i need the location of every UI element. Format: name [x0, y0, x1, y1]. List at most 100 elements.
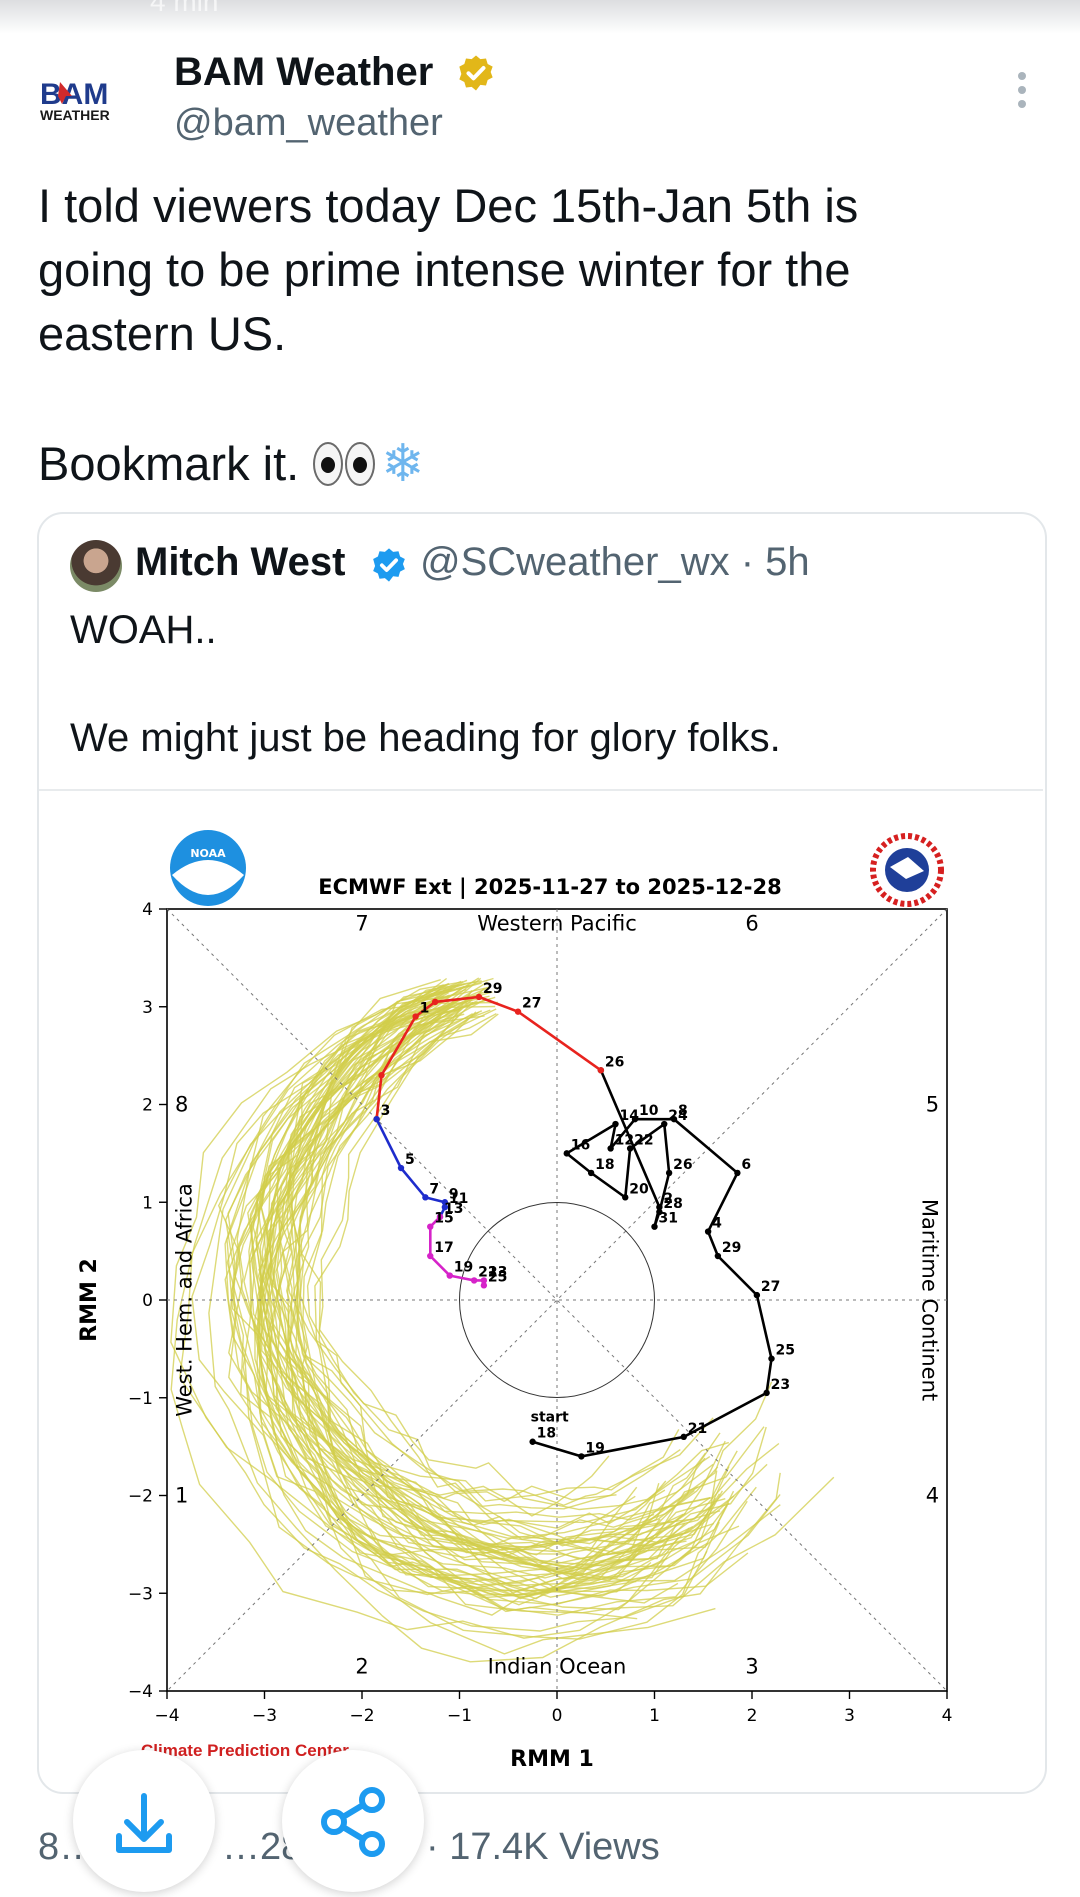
- y-tick-label: −3: [128, 1584, 153, 1604]
- phase-label: 7: [355, 912, 368, 936]
- track-point-label: 16: [571, 1137, 590, 1153]
- phase-label: 3: [745, 1655, 758, 1679]
- track-point-label: 26: [673, 1157, 692, 1173]
- track-point-label: 19: [454, 1260, 473, 1276]
- x-axis-label: RMM 1: [510, 1747, 594, 1772]
- track-point-label: 26: [605, 1054, 624, 1070]
- track-point: [514, 1008, 522, 1015]
- download-button[interactable]: [73, 1750, 215, 1892]
- y-tick-label: 1: [142, 1193, 153, 1213]
- track-point: [563, 1150, 570, 1157]
- track-point: [704, 1228, 712, 1235]
- y-tick-label: −1: [128, 1389, 153, 1409]
- chart-labels: −4 −3 −2 −1 0 1 2 3 443210−1−2−3−4ECMWF Ext | 20…: [77, 830, 952, 1772]
- x-tick-label: 1: [649, 1706, 660, 1726]
- ensemble-member-line: [265, 993, 730, 1595]
- divider: [39, 789, 1043, 791]
- tweet-text-bookmark: Bookmark it. ❄: [38, 435, 425, 493]
- y-tick-label: 2: [142, 1096, 153, 1116]
- quoted-author-name[interactable]: Mitch West: [135, 540, 345, 585]
- status-bar-fade: 4 min: [0, 0, 1080, 34]
- author-handle[interactable]: @bam_weather: [174, 102, 443, 145]
- track-start-label: start: [531, 1410, 569, 1426]
- track-point-label: 19: [585, 1440, 604, 1456]
- track-point: [680, 1433, 687, 1441]
- track-point: [714, 1252, 722, 1260]
- track-point-label: 20: [629, 1181, 649, 1197]
- ensemble-traces: [170, 977, 835, 1663]
- track-point: [480, 1282, 488, 1289]
- track-point: [661, 1120, 668, 1128]
- track-point: [431, 998, 439, 1006]
- track-point-label: 6: [741, 1157, 751, 1173]
- region-label-indian-ocean: Indian Ocean: [488, 1655, 627, 1679]
- track-point-label: 24: [668, 1108, 688, 1124]
- y-tick-label: 3: [142, 998, 153, 1018]
- x-tick-label: −2: [349, 1706, 374, 1726]
- track-line: [375, 1118, 447, 1218]
- phase-label: 1: [175, 1484, 188, 1508]
- quoted-text-2: We might just be heading for glory folks…: [70, 716, 781, 760]
- bam-weather-logo: BAM WEATHER: [40, 78, 110, 123]
- track-point-label: 7: [429, 1181, 439, 1197]
- x-tick-label: 3: [844, 1706, 855, 1726]
- y-tick-label: 4: [142, 900, 153, 920]
- track-point: [656, 1203, 663, 1211]
- avatar[interactable]: [70, 540, 122, 592]
- track-point: [378, 1071, 385, 1079]
- verified-badge-icon: [373, 548, 405, 582]
- svg-text:WEATHER: WEATHER: [40, 107, 110, 123]
- track-point-label: 22: [634, 1132, 653, 1148]
- track-point: [427, 1223, 434, 1230]
- verified-badge-icon: [459, 55, 493, 91]
- track-point: [422, 1194, 429, 1201]
- tweet-text: I told viewers today Dec 15th-Jan 5th is…: [38, 179, 859, 360]
- track-point: [446, 1272, 453, 1279]
- track-point-label: 4: [712, 1216, 722, 1232]
- noaa-logo: NOAA: [170, 830, 246, 906]
- track-line: [532, 1069, 773, 1458]
- track-point-label: 25: [488, 1269, 507, 1285]
- track-point: [373, 1115, 380, 1123]
- x-tick-label: 0: [552, 1706, 563, 1726]
- region-label-western-pacific: Western Pacific: [477, 912, 637, 936]
- track-point: [587, 1169, 595, 1177]
- track-point-label: 14: [620, 1108, 640, 1124]
- x-tick-label: −1: [447, 1706, 472, 1726]
- track-point-label: 21: [688, 1421, 707, 1437]
- track-point: [597, 1067, 605, 1074]
- region-label-maritime-continent: Maritime Continent: [918, 1199, 942, 1401]
- track-point: [607, 1145, 614, 1152]
- x-tick-label: −3: [252, 1706, 277, 1726]
- track-point: [470, 1277, 478, 1284]
- track-point-label: 1: [420, 1001, 430, 1017]
- y-tick-label: −2: [128, 1487, 153, 1507]
- track-point-label: 12: [615, 1132, 634, 1148]
- track-point: [768, 1355, 775, 1362]
- view-count[interactable]: · 17.4K Views: [426, 1826, 660, 1869]
- track-point-label: 27: [522, 996, 541, 1012]
- track-point: [651, 1223, 658, 1230]
- author-name[interactable]: BAM Weather: [174, 50, 433, 95]
- track-point-label: 17: [434, 1240, 453, 1256]
- share-button[interactable]: [282, 1750, 424, 1892]
- phase-label: 6: [745, 912, 758, 936]
- quoted-text-1: WOAH..: [70, 608, 217, 652]
- y-tick-label: 0: [142, 1291, 153, 1311]
- track-point: [665, 1169, 673, 1177]
- quoted-author-handle[interactable]: @SCweather_wx · 5h: [420, 540, 810, 585]
- mjo-phase-diagram[interactable]: −4 −3 −2 −1 0 1 2 3 443210−1−2−3−4ECMWF Ext | 20…: [60, 805, 1020, 1775]
- y-axis-label: RMM 2: [77, 1258, 102, 1342]
- track-point-label: 23: [771, 1377, 790, 1393]
- phase-label: 2: [355, 1655, 368, 1679]
- track-point-label: 5: [405, 1152, 415, 1168]
- phase-label: 8: [175, 1093, 188, 1117]
- track-point: [578, 1453, 585, 1460]
- more-options-icon[interactable]: [1008, 70, 1036, 110]
- track-point: [734, 1169, 741, 1177]
- track-point: [753, 1291, 761, 1299]
- nws-logo: [870, 833, 944, 907]
- track-point-label: 3: [381, 1103, 391, 1119]
- y-tick-label: −4: [128, 1682, 153, 1702]
- track-point: [475, 993, 483, 1001]
